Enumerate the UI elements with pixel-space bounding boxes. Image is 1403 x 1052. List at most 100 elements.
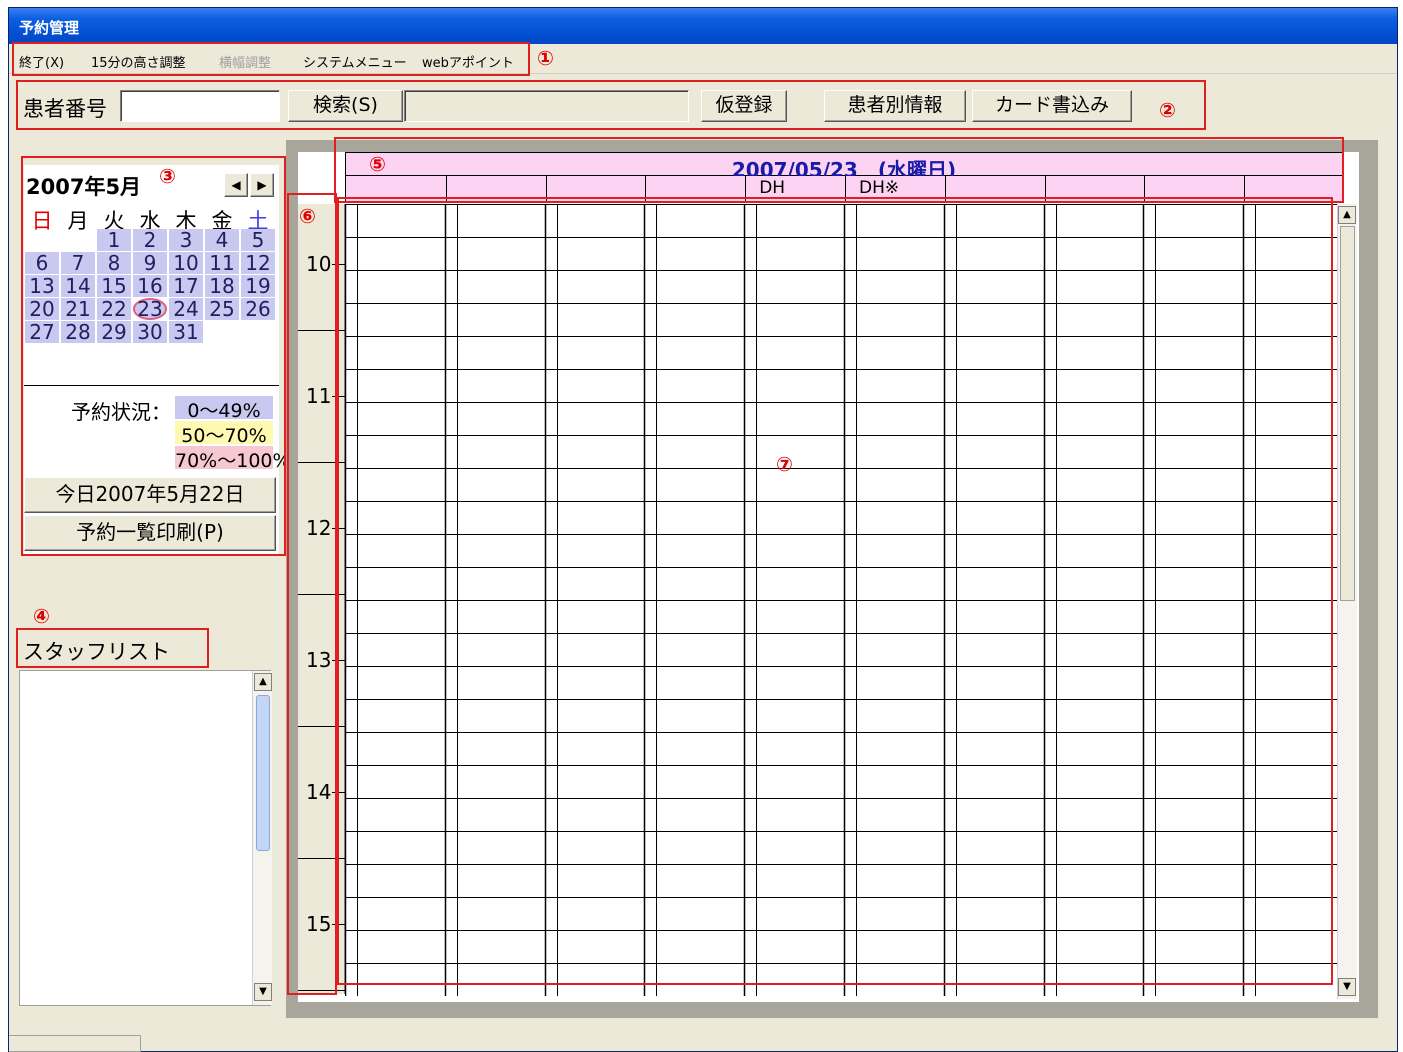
menu-system[interactable]: システムメニュー: [303, 52, 407, 71]
calendar-day[interactable]: 21: [61, 298, 95, 320]
column-divider: [1044, 176, 1046, 202]
staff-list-title: スタッフリスト: [23, 640, 170, 664]
calendar-day[interactable]: 17: [169, 275, 203, 297]
calendar-day[interactable]: 25: [205, 298, 239, 320]
column-divider: [745, 176, 747, 202]
marker-3: ③: [159, 164, 176, 188]
hour-label: 12: [306, 516, 332, 540]
print-list-button[interactable]: 予約一覧印刷(P): [24, 515, 276, 551]
column-divider: [944, 176, 946, 202]
reservation-status-label: 予約状況：: [71, 400, 171, 424]
calendar-day[interactable]: 22: [97, 298, 131, 320]
schedule-scroll-up-icon[interactable]: ▲: [1338, 206, 1356, 224]
legend-high: 70%〜100%: [175, 446, 291, 472]
schedule-grid[interactable]: [345, 204, 1343, 996]
calendar-day[interactable]: 7: [61, 252, 95, 274]
marker-5: ⑤: [369, 152, 386, 176]
calendar-day[interactable]: 27: [25, 321, 59, 343]
calendar-day[interactable]: 29: [97, 321, 131, 343]
calendar-divider: [24, 385, 279, 386]
schedule-scrollbar[interactable]: ▲ ▼: [1337, 204, 1357, 999]
column-divider: [545, 176, 547, 202]
calendar-day: [61, 229, 95, 251]
marker-1: ①: [537, 46, 554, 70]
hour-tick: [332, 792, 345, 793]
calendar-day[interactable]: 30: [133, 321, 167, 343]
schedule-date-header: 2007/05/23 (水曜日): [345, 152, 1343, 182]
scroll-thumb[interactable]: [256, 695, 270, 851]
schedule-scroll-thumb[interactable]: [1340, 226, 1355, 601]
calendar-day[interactable]: 3: [169, 229, 203, 251]
calendar-day[interactable]: 15: [97, 275, 131, 297]
hour-label: 15: [306, 912, 332, 936]
column-divider: [645, 176, 647, 202]
today-button[interactable]: 今日2007年5月22日: [24, 477, 276, 513]
calendar-day[interactable]: 26: [241, 298, 275, 320]
hour-label: 13: [306, 648, 332, 672]
title-bar: 予約管理: [9, 8, 1397, 44]
calendar-day[interactable]: 5: [241, 229, 275, 251]
schedule-scroll-down-icon[interactable]: ▼: [1338, 978, 1356, 996]
calendar-day[interactable]: 8: [97, 252, 131, 274]
calendar-day[interactable]: 4: [205, 229, 239, 251]
hour-tick: [332, 396, 345, 397]
calendar-day[interactable]: 19: [241, 275, 275, 297]
calendar-day[interactable]: 1: [97, 229, 131, 251]
calendar-day[interactable]: 12: [241, 252, 275, 274]
status-bar: [9, 1035, 141, 1052]
calendar-day: [241, 321, 275, 343]
scroll-up-icon[interactable]: ▲: [254, 673, 272, 691]
calendar-day[interactable]: 16: [133, 275, 167, 297]
calendar-day: [205, 321, 239, 343]
column-divider: [445, 176, 447, 202]
menu-web-appoint[interactable]: webアポイント: [422, 52, 514, 71]
hour-label: 11: [306, 384, 332, 408]
hour-tick: [332, 264, 345, 265]
next-month-button[interactable]: ▶: [250, 173, 274, 197]
calendar-day[interactable]: 11: [205, 252, 239, 274]
schedule-area: 2007/05/23 (水曜日) DH DH※ 10 11 12 13 14 15 ▲ ▼: [286, 140, 1378, 1018]
half-hour-tick: [298, 726, 345, 727]
search-button[interactable]: 検索(S): [288, 90, 403, 122]
scroll-down-icon[interactable]: ▼: [254, 983, 272, 1001]
legend-low: 0〜49%: [175, 396, 273, 422]
menu-height-adjust[interactable]: 15分の高さ調整: [91, 52, 186, 71]
calendar-day[interactable]: 2: [133, 229, 167, 251]
marker-2: ②: [1159, 98, 1176, 122]
calendar-day[interactable]: 24: [169, 298, 203, 320]
column-divider: [845, 176, 846, 202]
patient-info-button[interactable]: 患者別情報: [824, 90, 966, 122]
calendar-day[interactable]: 13: [25, 275, 59, 297]
half-hour-tick: [298, 594, 345, 595]
half-hour-tick: [298, 330, 345, 331]
provisional-register-button[interactable]: 仮登録: [701, 90, 787, 122]
hour-tick: [332, 660, 345, 661]
calendar-day[interactable]: 9: [133, 252, 167, 274]
calendar-day[interactable]: 20: [25, 298, 59, 320]
card-write-button[interactable]: カード書込み: [972, 90, 1132, 122]
calendar-day[interactable]: 28: [61, 321, 95, 343]
app-window: 予約管理 終了(X) 15分の高さ調整 横幅調整 システムメニュー webアポイ…: [8, 7, 1398, 1052]
half-hour-tick: [298, 462, 345, 463]
calendar-day[interactable]: 31: [169, 321, 203, 343]
staff-list-scrollbar[interactable]: ▲ ▼: [252, 671, 272, 1005]
calendar-day[interactable]: 14: [61, 275, 95, 297]
calendar-day-selected[interactable]: 23: [133, 298, 167, 320]
prev-month-button[interactable]: ◀: [224, 173, 248, 197]
menu-bar: 終了(X) 15分の高さ調整 横幅調整 システムメニュー webアポイント: [9, 44, 1397, 74]
patient-number-label: 患者番号: [23, 97, 107, 121]
calendar-day[interactable]: 18: [205, 275, 239, 297]
hour-label: 14: [306, 780, 332, 804]
staff-column-label: DH※: [859, 178, 900, 198]
menu-exit[interactable]: 終了(X): [19, 52, 64, 71]
calendar-day[interactable]: 6: [25, 252, 59, 274]
time-column: 10 11 12 13 14 15: [298, 204, 345, 994]
half-hour-tick: [298, 990, 345, 991]
staff-column-label: DH: [759, 178, 786, 198]
calendar-day[interactable]: 10: [169, 252, 203, 274]
column-divider: [1244, 176, 1246, 202]
staff-list[interactable]: ▲ ▼: [19, 670, 272, 1006]
hour-tick: [332, 528, 345, 529]
hour-label: 10: [306, 252, 332, 276]
patient-number-input[interactable]: [120, 90, 280, 122]
